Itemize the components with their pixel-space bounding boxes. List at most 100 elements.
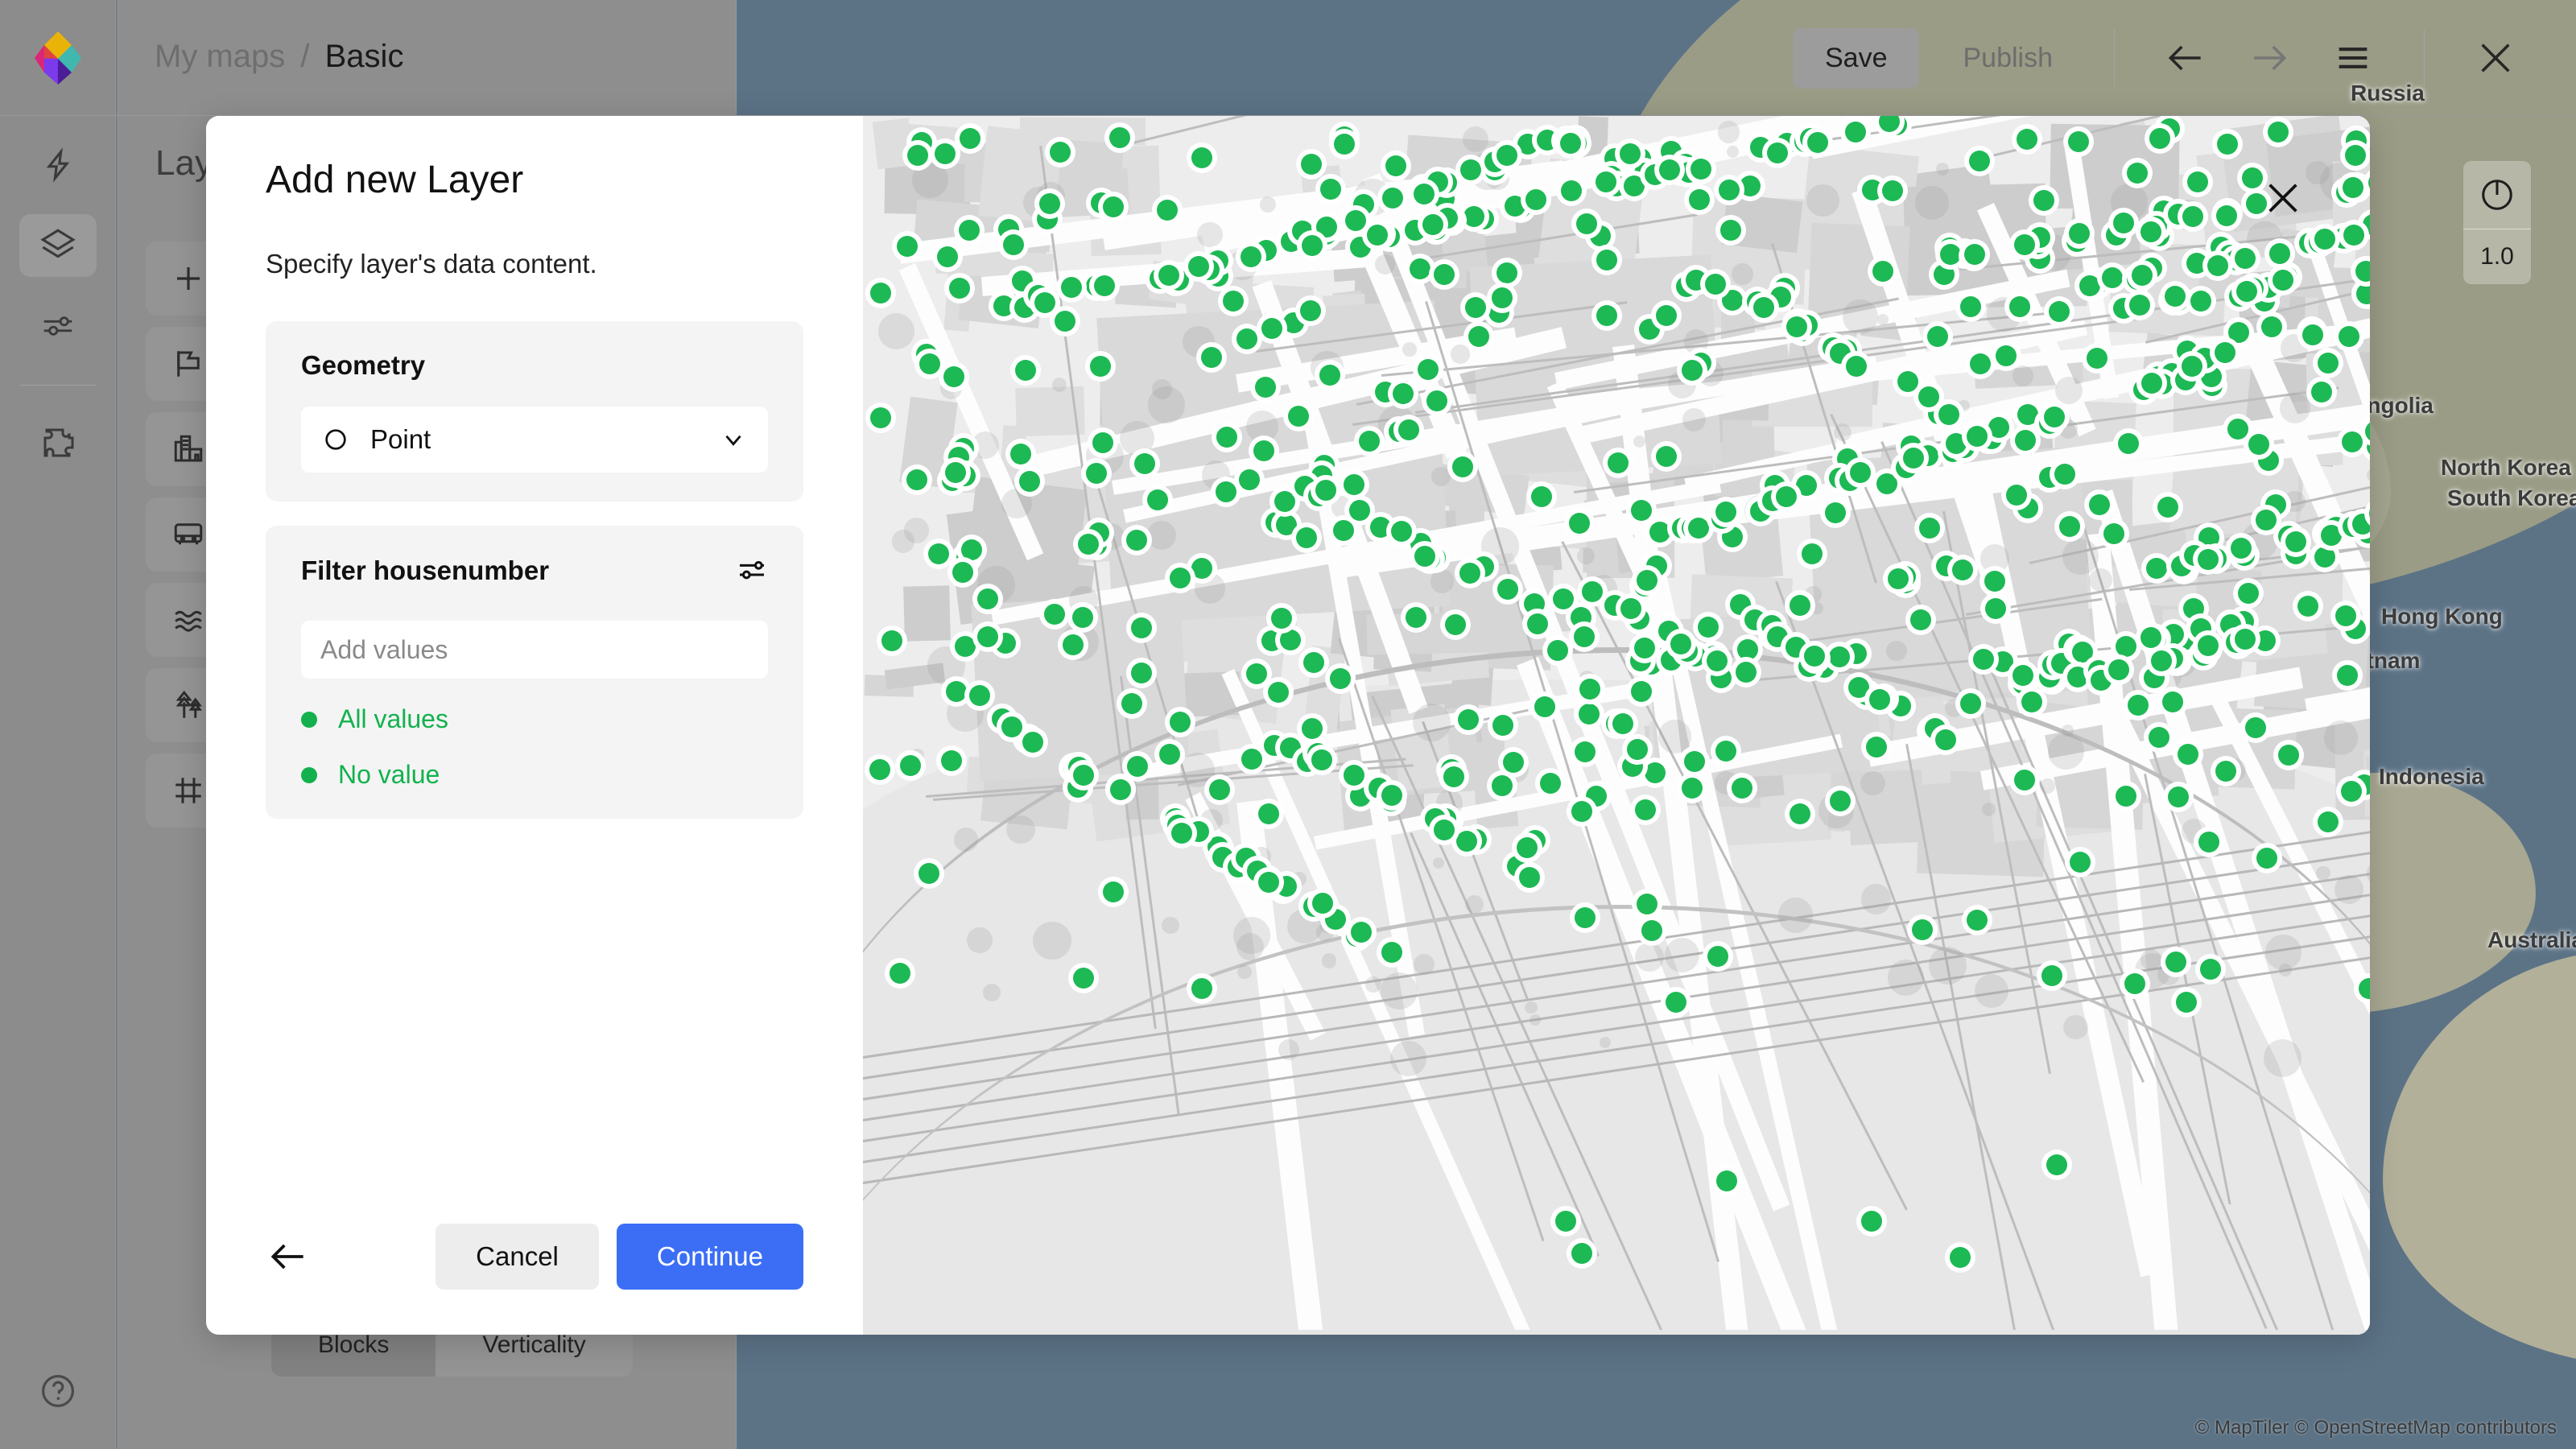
map-data-point[interactable] bbox=[1635, 799, 1656, 820]
map-data-point[interactable] bbox=[1869, 689, 1890, 710]
map-data-point[interactable] bbox=[955, 636, 976, 657]
map-data-point[interactable] bbox=[969, 685, 990, 706]
map-data-point[interactable] bbox=[1410, 258, 1430, 279]
map-data-point[interactable] bbox=[1320, 179, 1341, 200]
save-button[interactable]: Save bbox=[1793, 28, 1920, 89]
map-data-point[interactable] bbox=[1656, 446, 1677, 467]
map-data-point[interactable] bbox=[1381, 942, 1402, 963]
map-data-point[interactable] bbox=[900, 755, 921, 776]
map-data-point[interactable] bbox=[1073, 968, 1094, 989]
map-data-point[interactable] bbox=[1460, 159, 1481, 180]
close-editor-button[interactable] bbox=[2465, 27, 2526, 89]
map-data-point[interactable] bbox=[1191, 147, 1212, 168]
map-data-point[interactable] bbox=[1391, 521, 1412, 542]
map-data-point[interactable] bbox=[2168, 786, 2189, 807]
map-data-point[interactable] bbox=[2068, 131, 2089, 152]
map-data-point[interactable] bbox=[2178, 744, 2198, 765]
map-data-point[interactable] bbox=[1127, 756, 1148, 777]
map-data-point[interactable] bbox=[2149, 727, 2169, 748]
map-data-point[interactable] bbox=[928, 543, 949, 564]
map-data-point[interactable] bbox=[1753, 297, 1774, 318]
map-data-point[interactable] bbox=[941, 750, 962, 771]
map-data-point[interactable] bbox=[2248, 434, 2269, 455]
sidebar-item-layers[interactable] bbox=[19, 214, 97, 277]
map-data-point[interactable] bbox=[2256, 848, 2277, 869]
map-data-point[interactable] bbox=[1848, 677, 1869, 698]
map-data-point[interactable] bbox=[2013, 665, 2033, 686]
map-data-point[interactable] bbox=[1316, 217, 1337, 237]
map-data-point[interactable] bbox=[1288, 406, 1309, 427]
map-data-point[interactable] bbox=[1620, 598, 1641, 619]
map-data-point[interactable] bbox=[1492, 287, 1513, 308]
map-data-point[interactable] bbox=[2318, 353, 2339, 374]
map-data-point[interactable] bbox=[919, 353, 940, 374]
map-data-point[interactable] bbox=[1003, 234, 1024, 255]
map-data-point[interactable] bbox=[2165, 952, 2186, 972]
map-data-point[interactable] bbox=[1496, 262, 1517, 283]
map-data-point[interactable] bbox=[935, 143, 956, 164]
map-data-point[interactable] bbox=[1861, 1211, 1882, 1232]
map-data-point[interactable] bbox=[1882, 180, 1903, 201]
map-data-point[interactable] bbox=[1985, 598, 2006, 619]
map-data-point[interactable] bbox=[2087, 348, 2107, 369]
map-data-point[interactable] bbox=[869, 759, 890, 780]
map-data-point[interactable] bbox=[1575, 907, 1596, 928]
map-data-point[interactable] bbox=[1960, 296, 1981, 317]
map-data-point[interactable] bbox=[1268, 682, 1289, 703]
map-data-point[interactable] bbox=[1456, 831, 1477, 852]
map-data-point[interactable] bbox=[1191, 978, 1212, 999]
map-data-point[interactable] bbox=[2273, 270, 2293, 291]
map-data-point[interactable] bbox=[2242, 167, 2263, 188]
map-data-point[interactable] bbox=[2198, 832, 2219, 852]
map-data-point[interactable] bbox=[2059, 516, 2080, 537]
map-data-point[interactable] bbox=[1689, 189, 1710, 210]
map-data-point[interactable] bbox=[1126, 530, 1147, 551]
help-circle-icon[interactable] bbox=[39, 1372, 77, 1410]
map-data-point[interactable] bbox=[2231, 538, 2252, 559]
map-data-point[interactable] bbox=[2006, 485, 2027, 506]
map-data-point[interactable] bbox=[1934, 264, 1955, 285]
continue-button[interactable]: Continue bbox=[617, 1224, 803, 1290]
map-data-point[interactable] bbox=[1253, 440, 1274, 461]
map-data-point[interactable] bbox=[2228, 322, 2249, 343]
map-data-point[interactable] bbox=[2182, 356, 2202, 377]
map-data-point[interactable] bbox=[2256, 510, 2277, 530]
map-data-point[interactable] bbox=[2069, 223, 2090, 244]
map-data-point[interactable] bbox=[1946, 433, 1967, 454]
map-data-point[interactable] bbox=[2118, 433, 2139, 454]
map-data-point[interactable] bbox=[1001, 716, 1022, 737]
map-data-point[interactable] bbox=[1022, 732, 1043, 753]
map-data-point[interactable] bbox=[1370, 517, 1391, 538]
map-data-point[interactable] bbox=[1492, 715, 1513, 736]
map-data-point[interactable] bbox=[1876, 473, 1897, 494]
map-data-point[interactable] bbox=[949, 278, 970, 299]
map-data-point[interactable] bbox=[1109, 127, 1130, 148]
layer-map-preview[interactable] bbox=[863, 116, 2370, 1335]
map-data-point[interactable] bbox=[2108, 659, 2129, 680]
map-data-point[interactable] bbox=[1686, 270, 1707, 291]
map-data-point[interactable] bbox=[1216, 427, 1237, 448]
map-data-point[interactable] bbox=[1960, 693, 1981, 714]
map-data-point[interactable] bbox=[2089, 494, 2110, 515]
map-data-point[interactable] bbox=[1670, 634, 1691, 654]
sidebar-item-plugins[interactable] bbox=[19, 411, 97, 474]
map-data-point[interactable] bbox=[2285, 531, 2306, 552]
map-data-point[interactable] bbox=[946, 681, 967, 702]
map-data-point[interactable] bbox=[2278, 745, 2299, 766]
map-data-point[interactable] bbox=[1241, 246, 1261, 267]
map-data-point[interactable] bbox=[1940, 244, 1961, 265]
map-data-point[interactable] bbox=[1276, 514, 1297, 535]
map-data-point[interactable] bbox=[2067, 667, 2088, 687]
map-data-point[interactable] bbox=[2268, 122, 2289, 142]
map-data-point[interactable] bbox=[1967, 426, 1988, 447]
sidebar-item-quick-actions[interactable] bbox=[19, 134, 97, 196]
map-data-point[interactable] bbox=[943, 366, 964, 387]
map-data-point[interactable] bbox=[2049, 301, 2070, 322]
dialog-close-button[interactable] bbox=[2260, 175, 2306, 221]
map-data-point[interactable] bbox=[1223, 291, 1244, 312]
map-data-point[interactable] bbox=[2149, 128, 2170, 149]
map-data-point[interactable] bbox=[870, 283, 891, 303]
map-data-point[interactable] bbox=[1414, 184, 1435, 204]
menu-button[interactable] bbox=[2322, 27, 2384, 89]
map-data-point[interactable] bbox=[2141, 373, 2162, 394]
